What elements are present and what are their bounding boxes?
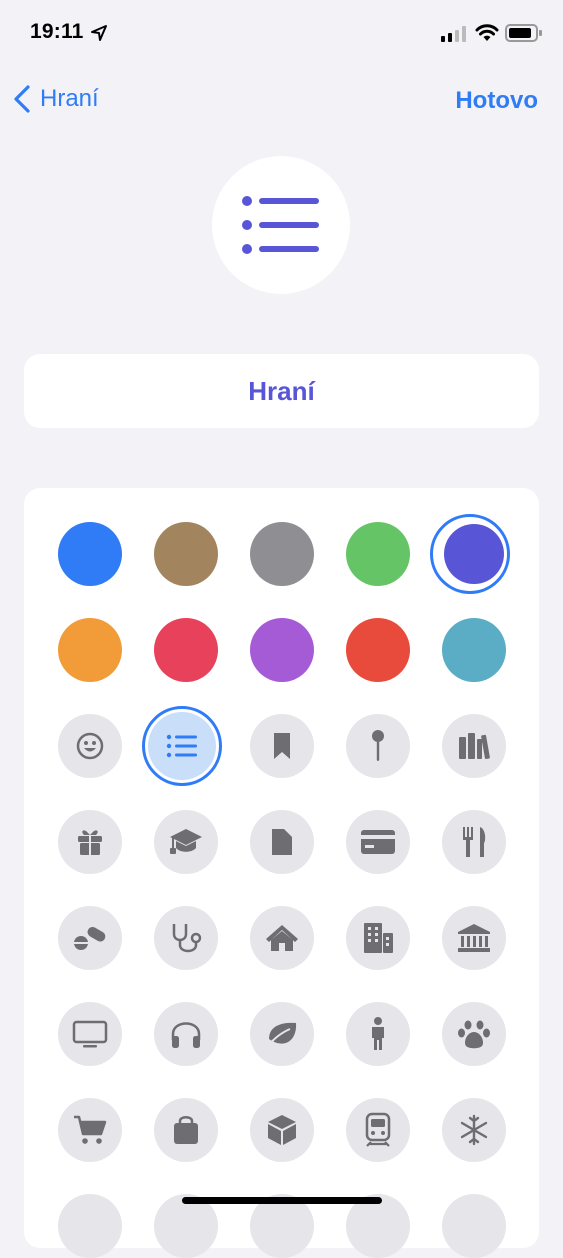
person-icon xyxy=(372,1017,384,1050)
icon-option-smiley[interactable] xyxy=(58,714,122,778)
document-icon xyxy=(272,829,292,855)
icon-option-stethoscope[interactable] xyxy=(154,906,218,970)
cart-icon xyxy=(74,1115,107,1144)
icon-option-bag[interactable] xyxy=(154,1098,218,1162)
leaf-icon xyxy=(266,1022,297,1048)
color-swatch-blue[interactable] xyxy=(58,522,122,586)
pills-icon xyxy=(74,927,106,950)
bookmark-icon xyxy=(274,733,290,759)
color-swatch-indigo[interactable] xyxy=(444,524,504,584)
list-bullet-icon xyxy=(242,196,319,254)
battery-icon xyxy=(505,24,542,42)
gift-icon xyxy=(78,830,102,855)
list-name-card xyxy=(24,354,539,428)
back-button[interactable]: Hraní xyxy=(12,84,99,114)
chevron-left-icon xyxy=(14,85,30,113)
list-name-input[interactable] xyxy=(79,374,484,408)
shippingbox-icon xyxy=(268,1115,296,1145)
color-swatch-pink[interactable] xyxy=(154,618,218,682)
headphones-icon xyxy=(171,1022,201,1048)
bag-icon xyxy=(174,1116,198,1144)
back-label: Hraní xyxy=(40,85,99,112)
icon-option-graduation-cap[interactable] xyxy=(154,810,218,874)
smiley-icon xyxy=(76,732,104,760)
icon-option-person[interactable] xyxy=(346,1002,410,1066)
navigation-bar: Hraní Hotovo xyxy=(0,78,563,122)
cellular-signal-icon xyxy=(441,26,466,42)
done-button[interactable]: Hotovo xyxy=(455,87,538,115)
color-swatch-teal[interactable] xyxy=(442,618,506,682)
icon-option-fork-knife[interactable] xyxy=(442,810,506,874)
icon-option-credit-card[interactable] xyxy=(346,810,410,874)
status-time: 19:11 xyxy=(30,20,84,43)
graduation-cap-icon xyxy=(170,829,202,854)
color-swatch-gray[interactable] xyxy=(250,522,314,586)
icon-option-books[interactable] xyxy=(442,714,506,778)
picker-card xyxy=(24,488,539,1258)
icon-option-tv[interactable] xyxy=(58,1002,122,1066)
pin-icon xyxy=(372,730,384,761)
icon-option-pin[interactable] xyxy=(346,714,410,778)
icon-option-house[interactable] xyxy=(250,906,314,970)
icon-option-bank[interactable] xyxy=(442,906,506,970)
icon-option-gift[interactable] xyxy=(58,810,122,874)
icon-option-building[interactable] xyxy=(346,906,410,970)
icon-option-partial[interactable] xyxy=(58,1194,122,1258)
icon-option-headphones[interactable] xyxy=(154,1002,218,1066)
color-swatch-green[interactable] xyxy=(346,522,410,586)
snowflake-icon xyxy=(460,1114,488,1146)
stethoscope-icon xyxy=(172,924,202,953)
icon-option-snowflake[interactable] xyxy=(442,1098,506,1162)
credit-card-icon xyxy=(361,830,395,854)
paw-icon xyxy=(458,1020,490,1049)
books-icon xyxy=(459,733,490,760)
icon-option-shippingbox[interactable] xyxy=(250,1098,314,1162)
icon-option-bookmark[interactable] xyxy=(250,714,314,778)
icon-option-partial[interactable] xyxy=(442,1194,506,1258)
color-swatch-orange[interactable] xyxy=(58,618,122,682)
house-icon xyxy=(266,925,298,951)
icon-option-cart[interactable] xyxy=(58,1098,122,1162)
icon-option-paw[interactable] xyxy=(442,1002,506,1066)
icon-option-list-bullet[interactable] xyxy=(148,712,216,780)
status-bar: 19:11 xyxy=(0,0,563,70)
wifi-icon xyxy=(475,24,499,41)
color-swatch-brown[interactable] xyxy=(154,522,218,586)
building-icon xyxy=(364,923,393,953)
icon-option-pills[interactable] xyxy=(58,906,122,970)
icon-option-train[interactable] xyxy=(346,1098,410,1162)
fork-knife-icon xyxy=(463,827,486,857)
home-indicator[interactable] xyxy=(182,1197,382,1204)
icon-option-document[interactable] xyxy=(250,810,314,874)
train-icon xyxy=(365,1112,391,1147)
list-icon-preview xyxy=(212,156,350,294)
list-bullet-icon xyxy=(166,734,197,758)
icon-option-leaf[interactable] xyxy=(250,1002,314,1066)
location-arrow-icon xyxy=(91,25,107,41)
color-swatch-red[interactable] xyxy=(346,618,410,682)
color-swatch-purple[interactable] xyxy=(250,618,314,682)
tv-icon xyxy=(72,1020,108,1048)
bank-icon xyxy=(458,924,490,952)
